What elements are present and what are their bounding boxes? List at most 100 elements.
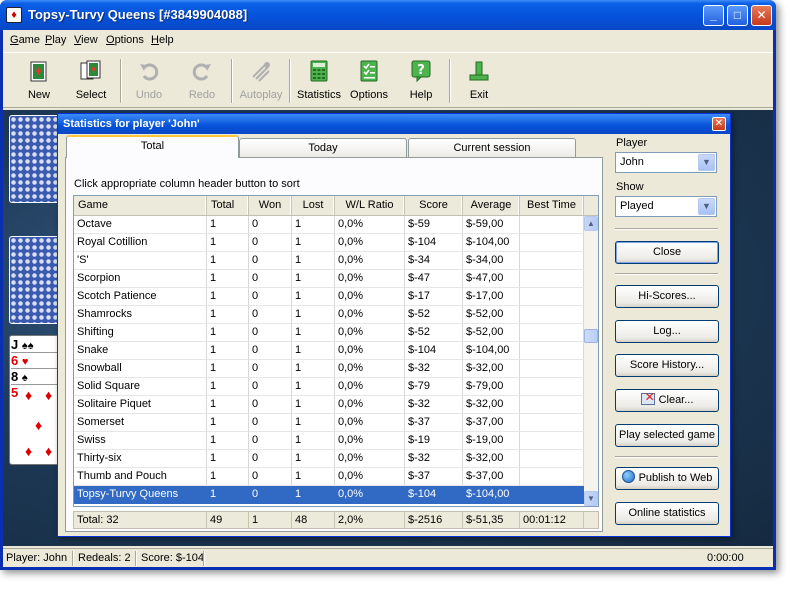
player-select[interactable]: John ▼ — [615, 152, 717, 173]
table-cell: 1 — [292, 360, 335, 378]
table-row[interactable]: Shamrocks 1 0 1 0,0% $-52 $-52,00 — [74, 306, 584, 324]
options-icon — [360, 60, 378, 82]
table-row[interactable]: Shifting 1 0 1 0,0% $-52 $-52,00 — [74, 324, 584, 342]
side-divider — [615, 273, 718, 275]
table-cell: $-104,00 — [463, 486, 520, 504]
dialog-title-bar[interactable]: Statistics for player 'John' ✕ — [58, 114, 730, 134]
column-header-lost[interactable]: Lost — [292, 196, 335, 215]
online-statistics-button[interactable]: Online statistics — [615, 502, 719, 525]
table-cell: $-79,00 — [463, 378, 520, 396]
close-window-button[interactable]: ✕ — [751, 5, 772, 26]
table-cell — [520, 270, 584, 288]
table-row[interactable]: Royal Cotillion 1 0 1 0,0% $-104 $-104,00 — [74, 234, 584, 252]
undo-button[interactable]: Undo — [127, 57, 171, 105]
window-title: Topsy-Turvy Queens [#3849904088] — [28, 7, 248, 22]
show-select[interactable]: Played ▼ — [615, 196, 717, 217]
table-cell: 1 — [292, 432, 335, 450]
table-cell: Topsy-Turvy Queens — [74, 486, 207, 504]
title-bar[interactable]: ♦ Topsy-Turvy Queens [#3849904088] _ □ ✕ — [0, 0, 776, 30]
menu-view[interactable]: View — [74, 34, 98, 46]
column-header-total[interactable]: Total — [207, 196, 249, 215]
score-history-button[interactable]: Score History... — [615, 354, 719, 377]
table-cell: Solid Square — [74, 378, 207, 396]
menu-options[interactable]: Options — [106, 34, 144, 46]
column-header-wl-ratio[interactable]: W/L Ratio — [335, 196, 405, 215]
table-row[interactable]: Thumb and Pouch 1 0 1 0,0% $-37 $-37,00 — [74, 468, 584, 486]
tab-today[interactable]: Today — [239, 138, 407, 157]
help-button[interactable]: ? Help — [399, 57, 443, 105]
column-header-average[interactable]: Average — [463, 196, 520, 215]
table-row[interactable]: Snowball 1 0 1 0,0% $-32 $-32,00 — [74, 360, 584, 378]
play-selected-game-button[interactable]: Play selected game — [615, 424, 719, 447]
table-cell: 0,0% — [335, 252, 405, 270]
column-header-game[interactable]: Game — [74, 196, 207, 215]
app-card-icon[interactable]: ♦ — [6, 7, 22, 23]
table-cell: $-34,00 — [463, 252, 520, 270]
toolbar-separator — [289, 59, 291, 103]
totals-cell: 00:01:12 — [520, 512, 584, 529]
table-row[interactable]: Solitaire Piquet 1 0 1 0,0% $-32 $-32,00 — [74, 396, 584, 414]
table-row[interactable]: 'S' 1 0 1 0,0% $-34 $-34,00 — [74, 252, 584, 270]
heart-icon: ♥ — [21, 356, 29, 368]
table-header: Game Total Won Lost W/L Ratio Score Aver… — [74, 196, 598, 216]
column-header-score[interactable]: Score — [405, 196, 463, 215]
select-button[interactable]: Select — [69, 57, 113, 105]
scroll-up-icon[interactable]: ▲ — [584, 216, 598, 231]
table-row[interactable]: Scorpion 1 0 1 0,0% $-47 $-47,00 — [74, 270, 584, 288]
redo-button[interactable]: Redo — [180, 57, 224, 105]
log-button[interactable]: Log... — [615, 320, 719, 343]
close-button[interactable]: Close — [615, 241, 719, 264]
table-row[interactable]: Snake 1 0 1 0,0% $-104 $-104,00 — [74, 342, 584, 360]
table-cell: 0 — [249, 216, 292, 234]
table-cell: $-17,00 — [463, 288, 520, 306]
table-row[interactable]: Scotch Patience 1 0 1 0,0% $-17 $-17,00 — [74, 288, 584, 306]
minimize-button[interactable]: _ — [703, 5, 724, 26]
status-bar: Player: John Redeals: 2 Score: $-104 0:0… — [3, 548, 773, 567]
card-five: 5 ♦ ♦ ♦ ♦ ♦ — [11, 384, 61, 464]
chevron-down-icon[interactable]: ▼ — [698, 154, 715, 171]
scroll-thumb[interactable] — [584, 329, 598, 343]
statistics-button[interactable]: Statistics — [293, 57, 345, 105]
column-header-won[interactable]: Won — [249, 196, 292, 215]
column-header-best-time[interactable]: Best Time — [520, 196, 584, 215]
publish-to-web-button[interactable]: Publish to Web — [615, 467, 719, 490]
sort-hint: Click appropriate column header button t… — [74, 178, 300, 190]
table-row[interactable]: Thirty-six 1 0 1 0,0% $-32 $-32,00 — [74, 450, 584, 468]
table-cell: $-52,00 — [463, 324, 520, 342]
diamond-icon: ♦ — [45, 387, 53, 403]
toolbar-separator — [120, 59, 122, 103]
menu-game[interactable]: Game — [10, 34, 40, 46]
chevron-down-icon[interactable]: ▼ — [698, 198, 715, 215]
tab-current-session[interactable]: Current session — [408, 138, 576, 157]
table-row[interactable]: Swiss 1 0 1 0,0% $-19 $-19,00 — [74, 432, 584, 450]
table-cell — [520, 324, 584, 342]
table-cell: 1 — [207, 216, 249, 234]
exit-button[interactable]: Exit — [457, 57, 501, 105]
hi-scores-button[interactable]: Hi-Scores... — [615, 285, 719, 308]
table-cell: Somerset — [74, 414, 207, 432]
table-cell: 1 — [292, 324, 335, 342]
redo-icon — [192, 63, 211, 81]
autoplay-button[interactable]: Autoplay — [236, 57, 286, 105]
globe-icon — [621, 470, 635, 483]
table-cell: Shifting — [74, 324, 207, 342]
totals-cell: $-2516 — [405, 512, 463, 529]
table-cell: $-32 — [405, 450, 463, 468]
tab-total[interactable]: Total — [66, 135, 239, 158]
table-row[interactable]: Topsy-Turvy Queens 1 0 1 0,0% $-104 $-104,00 — [74, 486, 584, 504]
table-row[interactable]: Solid Square 1 0 1 0,0% $-79 $-79,00 — [74, 378, 584, 396]
table-cell: 0,0% — [335, 414, 405, 432]
clear-button[interactable]: ✕ Clear... — [615, 389, 719, 412]
menu-play[interactable]: Play — [45, 34, 66, 46]
scroll-down-icon[interactable]: ▼ — [584, 491, 598, 506]
menu-help[interactable]: Help — [151, 34, 174, 46]
spade-icon: ♠ — [21, 372, 28, 384]
dialog-close-icon[interactable]: ✕ — [712, 117, 726, 131]
options-button[interactable]: Options — [347, 57, 391, 105]
new-button[interactable]: New — [17, 57, 61, 105]
totals-cell: 1 — [249, 512, 292, 529]
maximize-button[interactable]: □ — [727, 5, 748, 26]
table-row[interactable]: Octave 1 0 1 0,0% $-59 $-59,00 — [74, 216, 584, 234]
table-row[interactable]: Somerset 1 0 1 0,0% $-37 $-37,00 — [74, 414, 584, 432]
table-scrollbar[interactable]: ▲ ▼ — [584, 216, 598, 506]
